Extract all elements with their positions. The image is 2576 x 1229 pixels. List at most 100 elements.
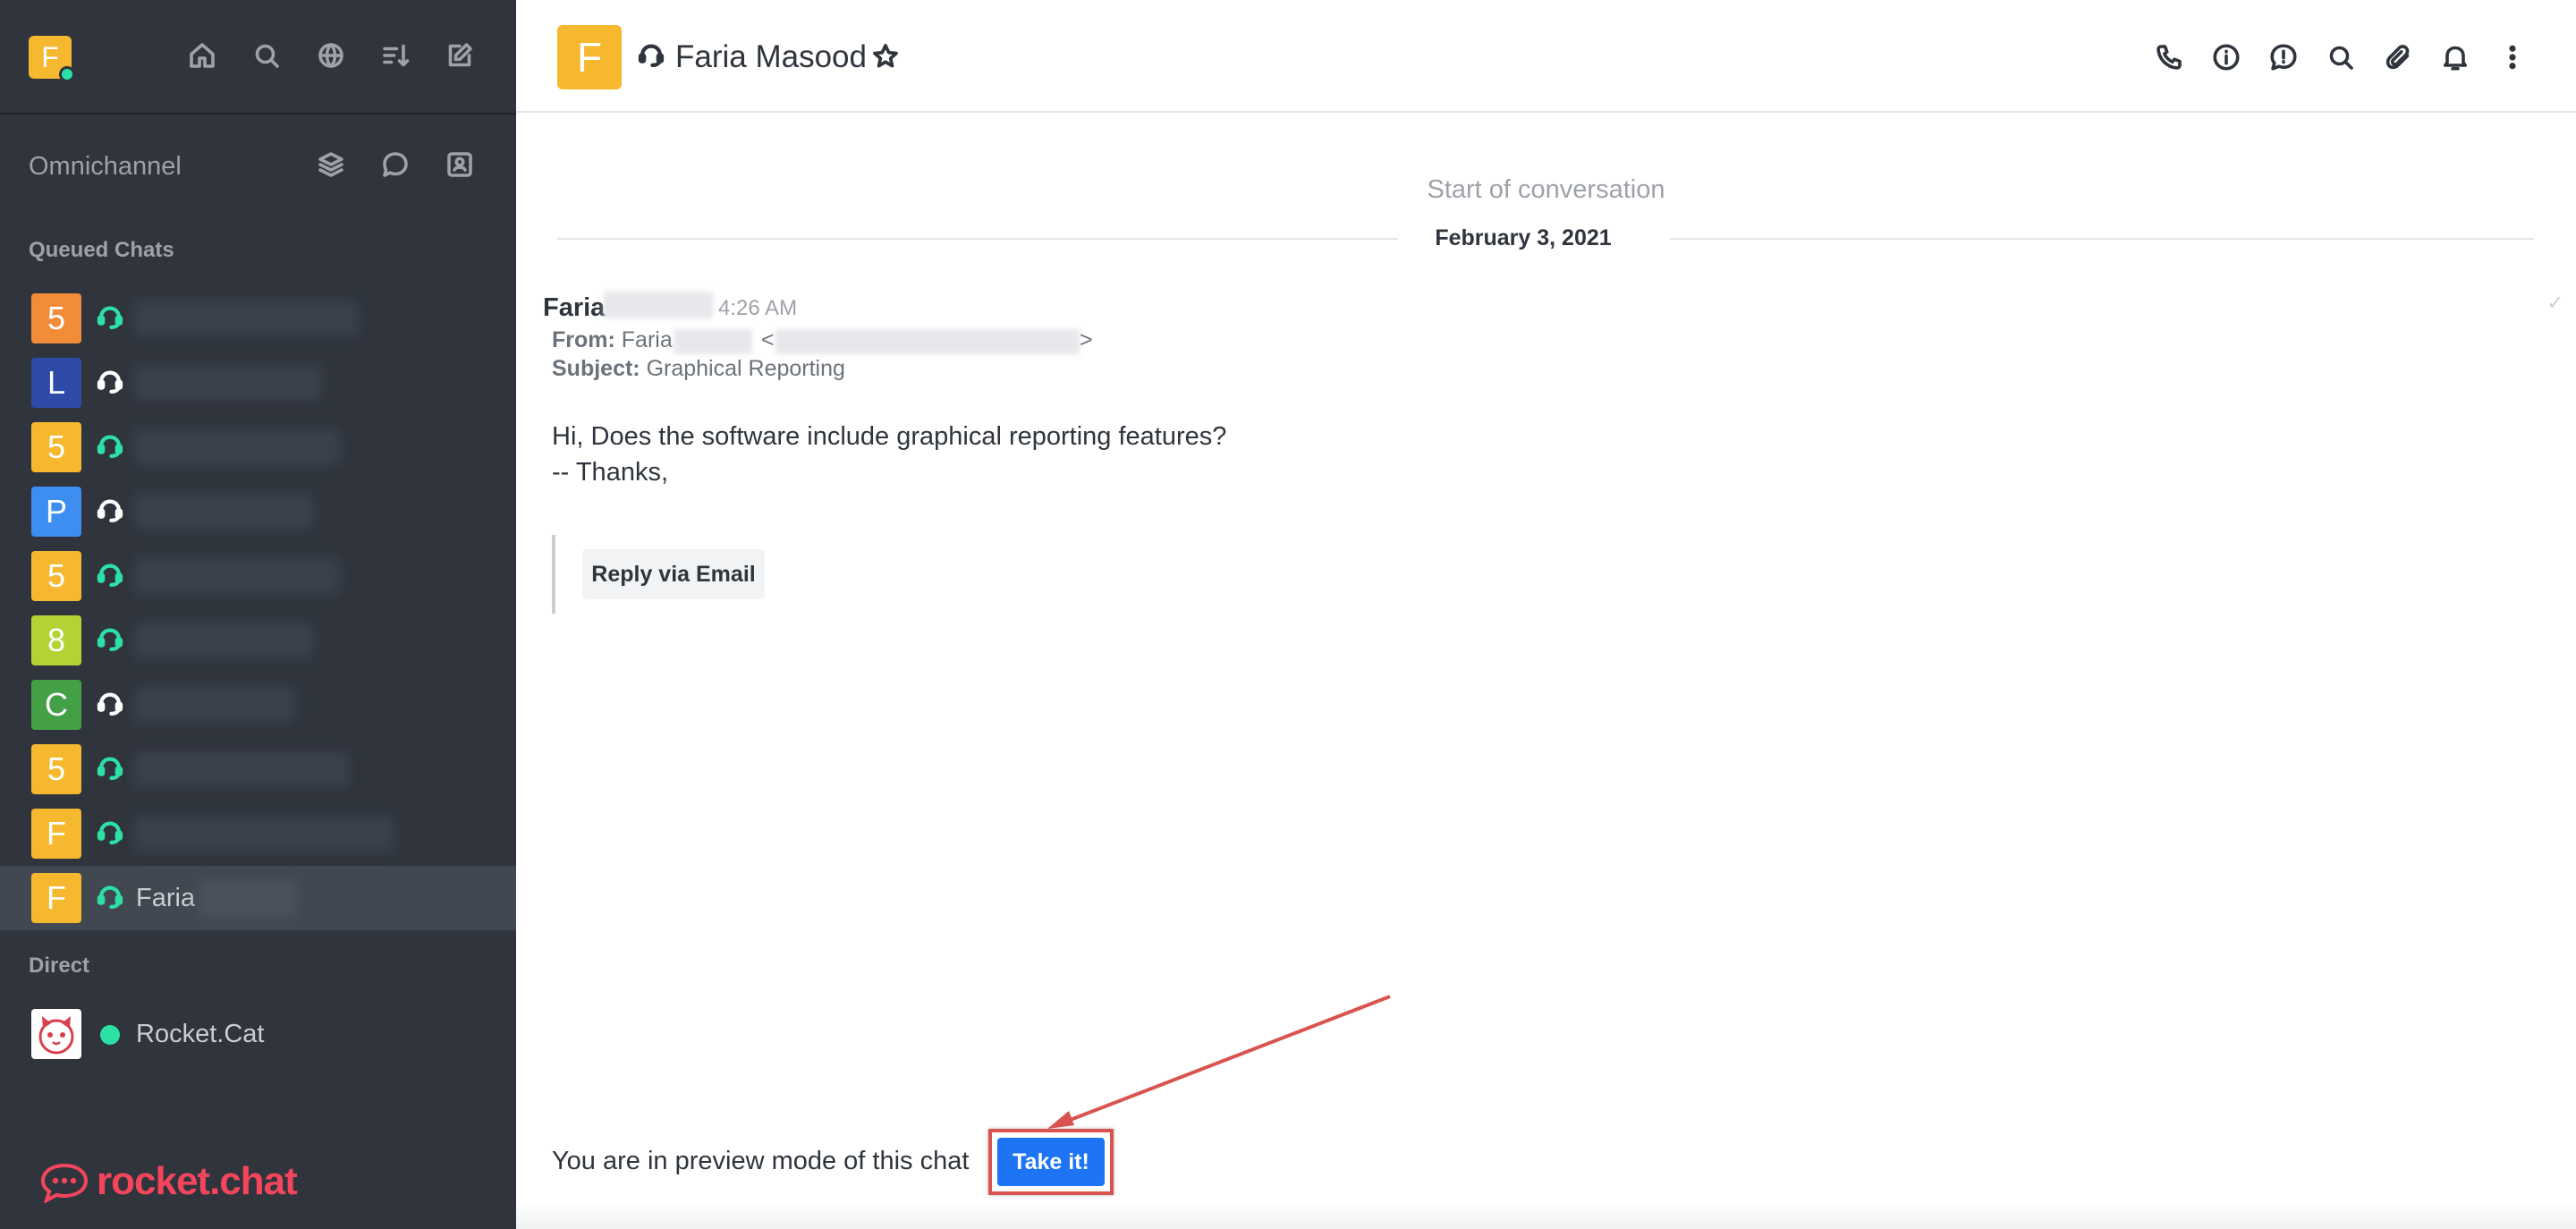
omnichannel-label: Omnichannel [29, 152, 182, 181]
queued-chat-item[interactable]: 5 [0, 415, 516, 479]
redacted-name [134, 816, 394, 852]
sidebar: F Omnichannel Queued Chats 5 L 5 P 5 8 C 5 F F Far… [0, 0, 516, 1229]
create-new-icon[interactable] [444, 39, 476, 72]
subject-value: Graphical Reporting [646, 356, 845, 381]
message-sender[interactable]: Faria [543, 293, 605, 323]
queued-chat-item[interactable]: L [0, 351, 516, 415]
email-subject: Subject: Graphical Reporting [552, 356, 845, 382]
date-divider: February 3, 2021 [1435, 225, 1612, 250]
queued-chat-item[interactable]: C [0, 673, 516, 737]
subject-label: Subject: [552, 356, 640, 381]
user-avatar[interactable]: F [29, 36, 75, 82]
preview-mode-text: You are in preview mode of this chat [552, 1147, 970, 1175]
omnichannel-agent-icon [95, 303, 125, 334]
reply-via-email-button[interactable]: Reply via Email [582, 549, 765, 599]
from-label: From: [552, 327, 615, 352]
queued-chat-avatar: F [31, 873, 81, 923]
alert-icon[interactable] [2267, 41, 2300, 73]
date-divider-line [1670, 238, 2534, 240]
redacted-name [134, 751, 349, 787]
read-receipt-icon: ✓ [2546, 292, 2563, 314]
contact-center-icon[interactable] [444, 148, 476, 181]
omnichannel-agent-icon [636, 41, 666, 72]
direct-item-rocket-cat[interactable]: Rocket.Cat [0, 1002, 516, 1066]
queue-icon[interactable] [315, 148, 347, 181]
take-it-highlight: Take it! [988, 1129, 1114, 1195]
queued-chat-item[interactable]: F [0, 801, 516, 866]
email-from: From: Faria [552, 327, 673, 353]
info-icon[interactable] [2210, 41, 2242, 73]
queued-chat-item[interactable]: 8 [0, 608, 516, 673]
redacted-name [134, 301, 358, 336]
omnichannel-agent-icon [95, 883, 125, 913]
queued-chat-avatar: 5 [31, 744, 81, 794]
date-divider-line [557, 238, 1398, 240]
direct-item-label: Rocket.Cat [136, 1020, 265, 1048]
redacted-name [134, 494, 313, 530]
rocket-chat-logo: rocket.chat [39, 1159, 298, 1204]
phone-icon[interactable] [2153, 41, 2185, 73]
reply-quote-bar [552, 535, 555, 614]
logo-text: rocket.chat [97, 1159, 298, 1203]
home-icon[interactable] [186, 39, 218, 72]
queued-chat-avatar: P [31, 487, 81, 537]
room-header: F Faria Masood [516, 0, 2576, 113]
omnichannel-agent-icon [95, 690, 125, 720]
sort-icon[interactable] [379, 39, 411, 72]
queued-chat-item[interactable]: 5 [0, 737, 516, 801]
omnichannel-agent-icon [95, 561, 125, 591]
queued-chats-title: Queued Chats [29, 238, 174, 262]
queued-chat-avatar: 5 [31, 422, 81, 472]
message-body-line: -- Thanks, [552, 458, 669, 487]
redacted-name [134, 558, 340, 594]
room-avatar[interactable]: F [557, 25, 622, 89]
queued-chat-item[interactable]: P [0, 479, 516, 544]
redacted-name [134, 429, 340, 465]
omnichannel-agent-icon [95, 625, 125, 656]
redacted-name [604, 292, 713, 318]
redacted-name [134, 623, 313, 658]
queued-chat-avatar: L [31, 358, 81, 408]
directory-icon[interactable] [315, 39, 347, 72]
redacted-name [134, 365, 322, 401]
attachment-icon[interactable] [2382, 41, 2414, 73]
kebab-icon[interactable] [2496, 41, 2529, 73]
from-bracket-open: < [761, 327, 775, 352]
omnichannel-agent-icon [95, 432, 125, 462]
queued-chat-item[interactable]: 5 [0, 286, 516, 351]
omnichannel-agent-icon [95, 496, 125, 527]
message-time: 4:26 AM [718, 296, 798, 320]
redacted-email [775, 329, 1080, 354]
rocket-chat-logo-icon [40, 1163, 89, 1203]
redacted-name [674, 329, 752, 354]
composer-area [516, 1202, 2576, 1229]
queued-chat-avatar: 5 [31, 293, 81, 343]
search-icon[interactable] [250, 39, 283, 72]
queued-chat-avatar: 5 [31, 551, 81, 601]
star-icon[interactable] [870, 41, 901, 72]
queued-chat-label: Faria [136, 883, 196, 912]
omnichannel-agent-icon [95, 818, 125, 849]
from-value: Faria [621, 327, 673, 352]
chat-icon[interactable] [379, 148, 411, 181]
redacted-name [134, 687, 295, 723]
search-icon[interactable] [2325, 41, 2357, 73]
queued-chat-avatar: 8 [31, 615, 81, 665]
redacted-name [199, 880, 297, 916]
queued-chat-item[interactable]: F Faria [0, 866, 516, 930]
from-bracket-close: > [1080, 327, 1093, 352]
omnichannel-agent-icon [95, 368, 125, 398]
chat-room: F Faria Masood Start of conversation Feb… [516, 0, 2576, 1229]
omnichannel-agent-icon [95, 754, 125, 784]
user-avatar-initial: F [41, 41, 59, 73]
direct-title: Direct [29, 954, 90, 978]
status-online-indicator [100, 1025, 120, 1045]
queued-chats-list: 5 L 5 P 5 8 C 5 F F Faria [0, 286, 516, 930]
take-it-button[interactable]: Take it! [997, 1138, 1105, 1186]
queued-chat-avatar: C [31, 680, 81, 730]
queued-chat-item[interactable]: 5 [0, 544, 516, 608]
room-title: Faria Masood [675, 39, 867, 74]
bell-icon[interactable] [2439, 41, 2471, 73]
sidebar-header: F [0, 0, 516, 114]
rocket-cat-avatar [31, 1009, 81, 1059]
